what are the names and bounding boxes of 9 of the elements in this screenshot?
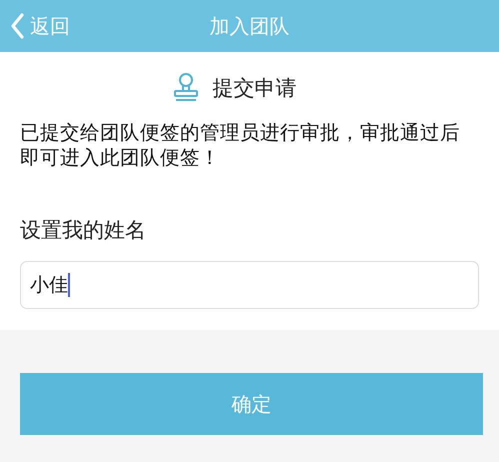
status-message: 已提交给团队便签的管理员进行审批，审批通过后即可进入此团队便签！ xyxy=(20,120,461,170)
confirm-button[interactable]: 确定 xyxy=(20,373,483,435)
status-title: 提交申请 xyxy=(212,75,296,102)
back-button[interactable]: 返回 xyxy=(0,12,70,40)
back-icon xyxy=(10,13,24,39)
stamp-icon xyxy=(172,72,198,104)
field-label: 设置我的姓名 xyxy=(20,217,147,244)
name-field[interactable]: 小佳 xyxy=(20,261,479,309)
page-title: 加入团队 xyxy=(210,12,290,40)
